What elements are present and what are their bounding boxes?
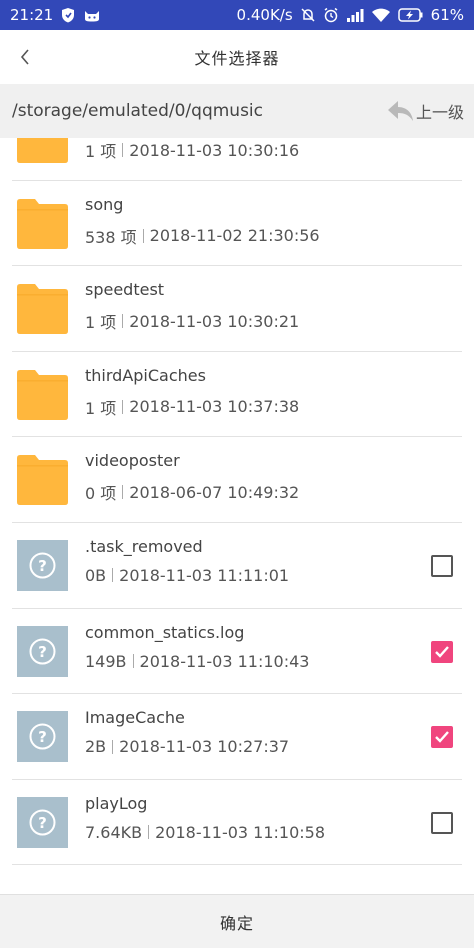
status-time: 21:21 [10, 6, 54, 24]
file-name: .task_removed [85, 536, 203, 556]
file-name: playLog [85, 793, 148, 813]
file-size: 0B [85, 565, 107, 585]
page-title: 文件选择器 [194, 49, 280, 68]
file-date: 2018-11-03 10:30:21 [129, 311, 300, 331]
file-name: videoposter [85, 451, 180, 471]
meta-separator [142, 228, 144, 243]
chevron-left-icon [19, 48, 31, 66]
confirm-button[interactable]: 确定 [0, 894, 474, 948]
unknown-file-icon: ? [17, 711, 68, 763]
file-date: 2018-11-03 10:30:16 [129, 140, 300, 160]
svg-text:?: ? [38, 728, 47, 746]
file-meta: 1 项 2018-11-03 10:37:38 [85, 395, 299, 419]
reply-arrow-icon [386, 99, 414, 123]
folder-icon [17, 369, 68, 420]
wifi-icon [371, 8, 391, 23]
folder-row[interactable]: videoposter 0 项 2018-06-07 10:49:32 [0, 437, 474, 523]
signal-icon [346, 8, 364, 22]
svg-text:?: ? [38, 814, 47, 832]
folder-row[interactable]: recover1 项2018-11-03 10:30:16 [0, 138, 474, 181]
meta-separator [122, 399, 124, 414]
select-checkbox[interactable] [431, 726, 453, 749]
file-name: speedtest [85, 280, 165, 300]
current-path: /storage/emulated/0/qqmusic [12, 101, 263, 121]
file-size: 1 项 [85, 313, 117, 333]
file-size: 1 项 [85, 398, 117, 418]
row-divider [12, 864, 462, 866]
file-meta: 7.64KB 2018-11-03 11:10:58 [85, 823, 325, 842]
file-name: common_statics.log [85, 622, 245, 642]
file-list[interactable]: recover1 项2018-11-03 10:30:16song538 项20… [0, 138, 474, 894]
meta-separator [148, 825, 150, 840]
file-row[interactable]: ? ImageCache 2B 2018-11-03 10:27:37 [0, 694, 474, 780]
select-checkbox[interactable] [431, 811, 453, 834]
file-date: 2018-11-03 11:10:58 [155, 822, 326, 842]
file-date: 2018-11-03 11:11:01 [119, 565, 290, 585]
meta-separator [122, 314, 124, 329]
file-name: ImageCache [85, 708, 185, 728]
file-size: 2B [85, 737, 107, 757]
file-size: 0 项 [85, 484, 117, 504]
file-meta: 0 项 2018-06-07 10:49:32 [85, 480, 299, 504]
meta-separator [132, 654, 134, 669]
file-name: song [85, 194, 124, 214]
shield-icon [61, 7, 75, 23]
folder-icon [17, 283, 68, 335]
cat-icon [83, 8, 101, 22]
file-date: 2018-11-03 10:37:38 [129, 397, 300, 417]
battery-charging-icon [397, 8, 424, 22]
svg-text:?: ? [38, 643, 47, 661]
select-checkbox[interactable] [431, 640, 453, 663]
svg-text:?: ? [38, 557, 47, 575]
file-meta: 149B 2018-11-03 11:10:43 [85, 652, 309, 671]
file-meta: 1 项 2018-11-03 10:30:16 [85, 138, 299, 162]
mute-icon [300, 7, 316, 23]
file-meta: 1 项 2018-11-03 10:30:21 [85, 309, 299, 333]
parent-directory-button[interactable]: 上一级 [386, 94, 464, 128]
parent-directory-label: 上一级 [415, 103, 464, 122]
file-row[interactable]: ? playLog 7.64KB 2018-11-03 11:10:58 [0, 780, 474, 866]
unknown-file-icon: ? [17, 539, 68, 591]
meta-separator [112, 739, 114, 754]
file-meta: 0B 2018-11-03 11:11:01 [85, 566, 289, 585]
file-row[interactable]: ? .task_removed 0B 2018-11-03 11:11:01 [0, 523, 474, 609]
file-date: 2018-11-03 10:27:37 [119, 737, 290, 757]
folder-row[interactable]: thirdApiCaches 1 项 2018-11-03 10:37:38 [0, 352, 474, 438]
file-list-content: recover1 项2018-11-03 10:30:16song538 项20… [0, 138, 474, 866]
status-bar: 21:21 0.40K/s 61% [0, 0, 474, 30]
network-speed: 0.40K/s [236, 6, 293, 24]
meta-separator [122, 485, 124, 500]
select-checkbox[interactable] [431, 554, 453, 577]
file-row[interactable]: ? common_statics.log 149B 2018-11-03 11:10:… [0, 609, 474, 695]
title-bar: 文件选择器 [0, 30, 474, 84]
file-date: 2018-11-03 11:10:43 [139, 651, 310, 671]
alarm-icon [323, 7, 339, 23]
folder-row[interactable]: speedtest 1 项 2018-11-03 10:30:21 [0, 266, 474, 352]
back-button[interactable] [6, 38, 44, 76]
status-left: 21:21 [10, 6, 101, 24]
meta-separator [112, 568, 114, 583]
file-size: 538 项 [85, 227, 137, 247]
file-meta: 2B 2018-11-03 10:27:37 [85, 737, 289, 756]
file-size: 1 项 [85, 142, 117, 161]
unknown-file-icon: ? [17, 625, 68, 677]
check-icon [434, 645, 450, 659]
folder-icon [17, 198, 68, 249]
file-size: 7.64KB [85, 822, 143, 842]
folder-row[interactable]: song 538 项 2018-11-02 21:30:56 [0, 181, 474, 267]
status-right: 0.40K/s 61% [237, 6, 464, 24]
unknown-file-icon: ? [17, 796, 68, 848]
path-bar: /storage/emulated/0/qqmusic 上一级 [0, 84, 474, 138]
file-date: 2018-11-02 21:30:56 [149, 226, 320, 246]
folder-icon [17, 454, 68, 506]
file-meta: 538 项 2018-11-02 21:30:56 [85, 224, 320, 248]
confirm-label: 确定 [219, 913, 254, 933]
battery-percent: 61% [430, 6, 464, 24]
folder-icon [17, 138, 68, 163]
meta-separator [122, 143, 124, 157]
file-size: 149B [85, 651, 127, 671]
check-icon [434, 730, 450, 744]
file-name: thirdApiCaches [85, 365, 206, 385]
file-date: 2018-06-07 10:49:32 [129, 482, 300, 502]
